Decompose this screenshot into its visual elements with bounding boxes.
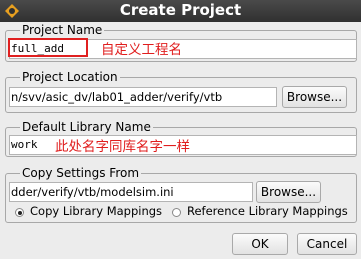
default-library-legend: Default Library Name xyxy=(20,119,153,135)
copy-settings-browse-button[interactable]: Browse... xyxy=(256,181,321,203)
project-location-legend: Project Location xyxy=(20,69,120,85)
title-bar: Create Project xyxy=(0,0,361,22)
project-location-input[interactable]: n/svv/asic_dv/lab01_adder/verify/vtb xyxy=(9,87,277,107)
copy-settings-legend: Copy Settings From xyxy=(20,165,142,181)
annotation-highlight-box xyxy=(8,38,88,57)
copy-mappings-radio[interactable] xyxy=(15,208,24,217)
default-library-annotation: 此处名字同库名字一样 xyxy=(55,139,190,155)
reference-mappings-radio[interactable] xyxy=(172,208,181,217)
cancel-button[interactable]: Cancel xyxy=(297,233,357,255)
project-name-annotation: 自定义工程名 xyxy=(101,42,182,58)
reference-mappings-label: Reference Library Mappings xyxy=(187,204,348,218)
ok-button[interactable]: OK xyxy=(232,233,288,255)
copy-settings-input[interactable]: dder/verify/vtb/modelsim.ini xyxy=(9,182,253,202)
window-title: Create Project xyxy=(119,1,242,19)
project-location-browse-button[interactable]: Browse... xyxy=(282,86,347,108)
project-name-legend: Project Name xyxy=(20,22,105,38)
copy-mappings-label: Copy Library Mappings xyxy=(30,204,163,218)
